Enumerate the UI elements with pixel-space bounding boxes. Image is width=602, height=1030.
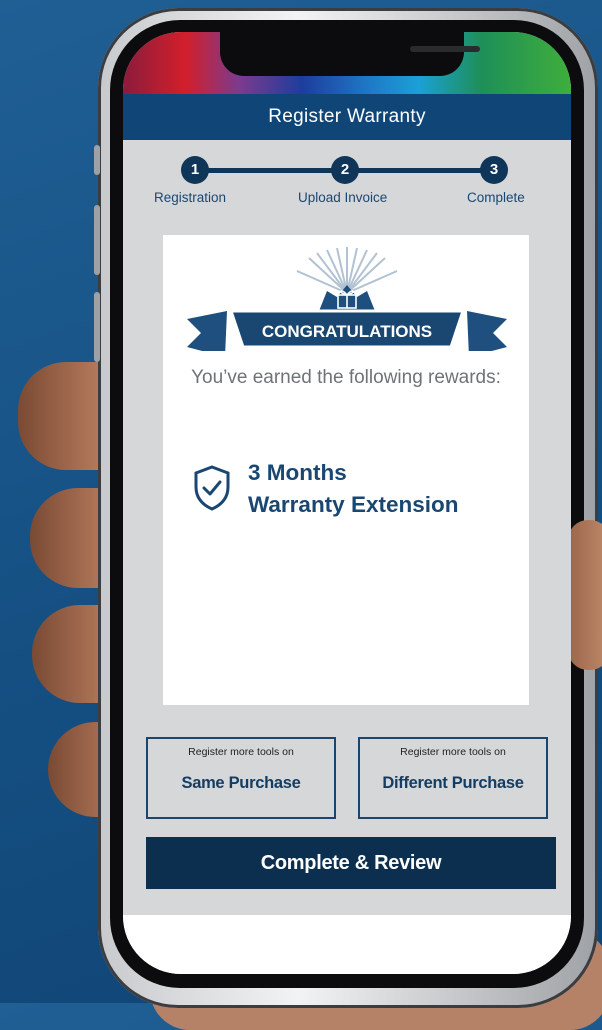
page-title: Register Warranty [268,106,426,127]
rewards-card: CONGRATULATIONS You’ve earned the follow… [163,235,529,705]
hand-thumb [568,520,602,670]
reward-title-line2: Warranty Extension [248,492,459,517]
stepper-connector [347,168,493,173]
different-purchase-button[interactable]: Register more tools on Different Purchas… [358,737,548,819]
reward-item: 3 Months Warranty Extension [193,457,513,527]
ribbon-left-tail [187,311,227,351]
bottom-safe-area [123,915,571,974]
banner-text: CONGRATULATIONS [262,322,432,341]
phone-side-button [94,145,100,175]
phone-side-button [94,205,100,275]
page-header: Register Warranty [123,94,571,140]
complete-review-button[interactable]: Complete & Review [146,837,556,889]
same-purchase-caption: Register more tools on [188,746,294,758]
stepper-connector [195,168,341,173]
step-3-label: Complete [467,190,525,205]
reward-title-line1: 3 Months [248,460,347,485]
step-3-indicator: 3 [480,156,508,184]
same-purchase-label: Same Purchase [181,774,301,792]
phone-side-button [94,292,100,362]
ribbon-right-tail [467,311,507,351]
step-1-label: Registration [154,190,227,205]
phone-notch [220,32,480,76]
congratulations-banner: CONGRATULATIONS [187,247,507,351]
step-2-label: Upload Invoice [298,190,388,205]
rewards-intro-text: You’ve earned the following rewards: [191,367,501,388]
step-2-indicator: 2 [331,156,359,184]
step-1-indicator: 1 [181,156,209,184]
progress-stepper: 1 2 3 Registration Upload Invoice Comple… [123,154,571,214]
shield-check-icon [194,465,230,511]
speaker-grille [410,46,480,52]
phone-screen: Register Warranty 1 2 3 Registration Upl… [123,32,571,974]
reward-title: 3 Months Warranty Extension [248,457,458,521]
different-purchase-caption: Register more tools on [400,746,506,758]
same-purchase-button[interactable]: Register more tools on Same Purchase [146,737,336,819]
different-purchase-label: Different Purchase [382,774,524,792]
